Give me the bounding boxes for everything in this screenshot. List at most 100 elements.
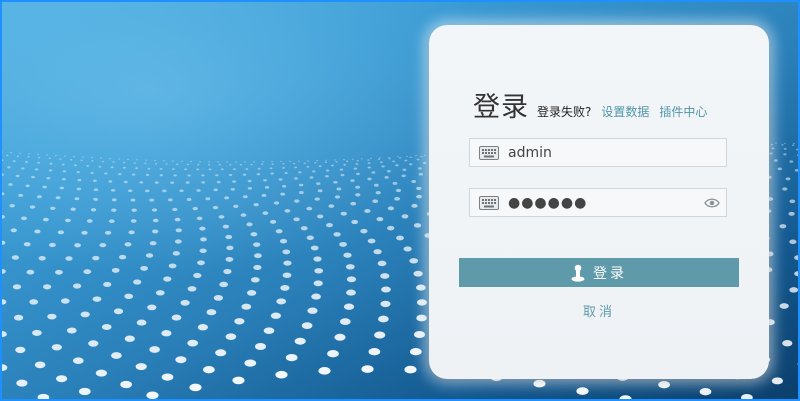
bg-dot <box>327 350 339 358</box>
bg-dot <box>118 173 122 176</box>
bg-dot <box>374 331 386 339</box>
bg-dot <box>658 381 670 389</box>
bg-dot <box>101 323 112 331</box>
bg-dot <box>205 197 211 201</box>
bg-dot <box>376 216 384 222</box>
bg-dot <box>404 159 408 162</box>
password-input[interactable]: ●●●●●● <box>508 195 704 211</box>
bg-dot <box>168 263 177 269</box>
bg-dot <box>404 365 417 374</box>
bg-dot <box>103 281 112 287</box>
bg-dot <box>110 166 114 169</box>
bg-dot <box>339 168 344 171</box>
bg-dot <box>224 196 230 200</box>
bg-dot <box>380 300 391 308</box>
bg-dot <box>225 234 233 240</box>
bg-dot <box>247 187 253 190</box>
bg-dot <box>167 198 173 202</box>
bg-dot <box>301 322 313 329</box>
username-field[interactable] <box>469 138 727 167</box>
bg-dot <box>98 165 102 168</box>
bg-dot <box>325 175 329 178</box>
bg-dot <box>232 180 237 183</box>
settings-data-link[interactable]: 设置数据 <box>601 103 649 120</box>
login-button[interactable]: 登录 <box>459 258 739 287</box>
bg-dot <box>244 359 257 367</box>
bg-dot <box>371 171 376 174</box>
bg-dot <box>241 303 252 310</box>
bg-dot <box>392 160 396 163</box>
bg-dot <box>176 163 179 166</box>
bg-dot <box>346 289 356 296</box>
keyboard-icon <box>479 195 499 210</box>
password-field[interactable]: ●●●●●● <box>469 188 727 217</box>
bg-dot <box>36 195 42 199</box>
bg-dot <box>364 209 371 213</box>
bg-dot <box>294 166 298 169</box>
bg-dot <box>91 157 93 159</box>
login-panel: 登录 登录失败? 设置数据 插件中心 admin ●●●●●● 登录 取消 <box>429 25 769 379</box>
bg-dot <box>111 352 122 359</box>
plugin-center-link[interactable]: 插件中心 <box>659 103 707 120</box>
bg-dot <box>271 163 274 165</box>
bg-dot <box>325 169 330 172</box>
bg-dot <box>92 255 100 261</box>
bg-dot <box>74 197 80 201</box>
bg-dot <box>90 208 97 212</box>
bg-dot <box>145 173 150 176</box>
bg-dot <box>789 199 796 204</box>
bg-dot <box>42 284 52 290</box>
bg-dot <box>356 159 359 162</box>
eye-icon[interactable] <box>704 197 720 209</box>
bg-dot <box>254 253 262 259</box>
bg-dot <box>247 179 252 183</box>
bg-dot <box>413 223 422 228</box>
bg-dot <box>174 217 181 222</box>
cancel-link[interactable]: 取消 <box>429 301 769 320</box>
bg-dot <box>18 193 24 197</box>
bg-dot <box>99 242 107 248</box>
bg-dot <box>242 173 247 176</box>
bg-dot <box>25 184 30 188</box>
bg-dot <box>392 181 398 185</box>
bg-dot <box>81 230 88 235</box>
bg-dot <box>789 239 797 245</box>
bg-dot <box>775 142 777 144</box>
bg-dot <box>171 168 175 171</box>
bg-dot <box>50 206 56 210</box>
bg-dot <box>213 295 224 301</box>
bg-dot <box>254 343 267 350</box>
bg-dot <box>244 161 246 163</box>
bg-dot <box>619 395 632 399</box>
bg-dot <box>80 159 83 162</box>
bg-dot <box>118 158 120 160</box>
bg-dot <box>298 160 300 162</box>
bg-dot <box>66 327 77 334</box>
bg-dot <box>299 183 304 187</box>
bg-dot <box>93 197 99 201</box>
bg-dot <box>154 162 158 165</box>
bg-dot <box>145 253 154 258</box>
bg-dot <box>15 346 26 354</box>
bg-dot <box>131 173 136 176</box>
bg-dot <box>122 161 126 164</box>
bg-dot <box>333 232 341 237</box>
bg-dot <box>281 184 287 188</box>
bg-dot <box>239 163 243 166</box>
bg-dot <box>187 286 197 292</box>
bg-dot <box>325 159 327 161</box>
bg-dot <box>147 304 157 311</box>
username-input[interactable] <box>508 139 726 166</box>
bg-dot <box>42 185 47 189</box>
bg-dot <box>32 329 42 336</box>
bg-dot <box>386 169 391 173</box>
bg-dot <box>193 272 202 279</box>
bg-dot <box>387 225 395 231</box>
bg-dot <box>375 191 381 195</box>
bg-dot <box>282 272 292 278</box>
bg-dot <box>61 177 66 181</box>
bg-dot <box>55 154 57 157</box>
bg-dot <box>127 158 129 160</box>
bg-dot <box>367 166 371 169</box>
bg-dot <box>242 195 248 199</box>
